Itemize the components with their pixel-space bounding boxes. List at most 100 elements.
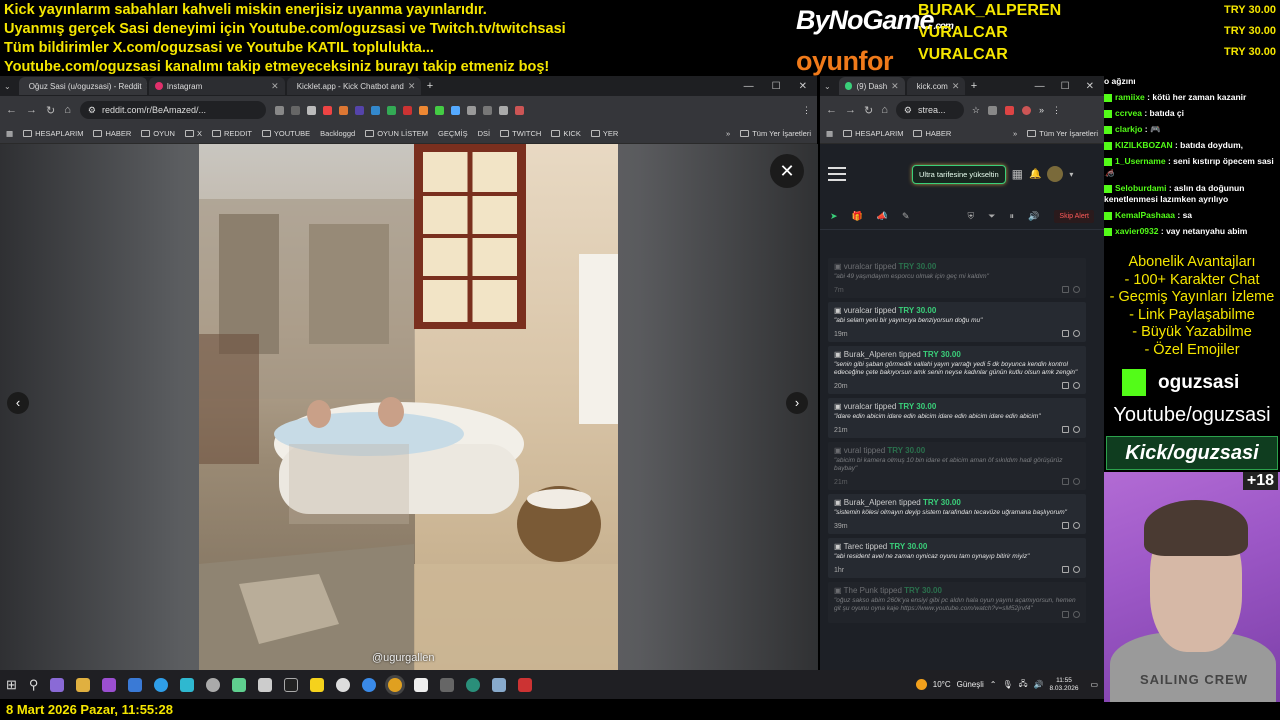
search-icon[interactable]: ⚲ <box>29 677 39 693</box>
next-image-button[interactable]: › <box>786 392 808 414</box>
tab-kicklet[interactable]: Kicklet.app - Kick Chatbot and ✕ <box>286 77 421 95</box>
back-icon[interactable]: ← <box>6 104 17 116</box>
obs-icon[interactable] <box>284 677 299 692</box>
back-icon[interactable]: ← <box>826 104 837 116</box>
close-viewer-button[interactable]: ✕ <box>770 154 804 188</box>
copy-icon[interactable] <box>1062 611 1069 618</box>
bookmark-item[interactable]: HABER <box>913 129 951 138</box>
chevron-up-icon[interactable]: ⌃ <box>990 680 997 689</box>
extension-icon[interactable] <box>322 105 332 115</box>
app-icon[interactable] <box>50 677 65 692</box>
pencil-icon[interactable]: ✎ <box>902 211 910 222</box>
app-icon[interactable] <box>336 677 351 692</box>
replay-icon[interactable] <box>1073 330 1080 337</box>
extension-icon[interactable] <box>354 105 364 115</box>
maximize-icon[interactable]: ☐ <box>1061 81 1070 92</box>
site-info-icon[interactable]: ⚙ <box>904 105 912 116</box>
bookmark-item[interactable]: OYUN LİSTEM <box>365 129 428 138</box>
home-icon[interactable]: ⌂ <box>881 104 888 116</box>
bookmark-item[interactable]: YOUTUBE <box>261 129 310 138</box>
network-icon[interactable]: 🖧 <box>1019 678 1028 692</box>
replay-icon[interactable] <box>1073 611 1080 618</box>
extension-icon[interactable] <box>498 105 508 115</box>
extension-icon[interactable] <box>370 105 380 115</box>
app-icon[interactable] <box>206 677 221 692</box>
bookmark-item[interactable]: REDDIT <box>211 129 252 138</box>
volume-icon[interactable]: 🔊 <box>1028 211 1039 222</box>
bookmark-item[interactable]: Backloggd <box>320 129 355 138</box>
notification-icon[interactable]: ▭ <box>1090 680 1098 689</box>
bookmark-item[interactable]: YER <box>590 129 618 138</box>
prev-image-button[interactable]: ‹ <box>7 392 29 414</box>
tab-instagram[interactable]: Instagram ✕ <box>148 77 285 95</box>
app-icon[interactable] <box>362 677 377 692</box>
chevron-down-icon[interactable]: ▾ <box>1069 170 1073 179</box>
bookmark-item[interactable]: X <box>184 129 202 138</box>
minimize-icon[interactable]: — <box>744 81 754 92</box>
menu-icon[interactable]: ⋮ <box>1052 105 1061 116</box>
address-bar[interactable]: ⚙ reddit.com/r/BeAmazed/... <box>79 101 266 119</box>
replay-icon[interactable] <box>1073 522 1080 529</box>
mic-icon[interactable]: 🎙 <box>1002 680 1012 689</box>
extension-icon[interactable] <box>274 105 284 115</box>
star-icon[interactable]: ☆ <box>972 105 980 116</box>
app-icon[interactable] <box>492 677 507 692</box>
close-tab-icon[interactable]: ✕ <box>146 81 147 92</box>
extension-icon[interactable] <box>482 105 492 115</box>
bookmark-item[interactable]: DSİ <box>478 129 491 138</box>
extension-icon[interactable] <box>466 105 476 115</box>
grid-icon[interactable]: ▦ <box>1012 167 1023 181</box>
skip-alert-button[interactable]: Skip Alert <box>1054 210 1094 223</box>
onenote-icon[interactable] <box>102 677 117 692</box>
copy-icon[interactable] <box>1062 286 1069 293</box>
minimize-icon[interactable]: — <box>1035 81 1045 92</box>
reload-icon[interactable]: ↻ <box>864 104 873 117</box>
extension-icon[interactable] <box>418 105 428 115</box>
bookmark-item[interactable]: OYUN <box>141 129 175 138</box>
tab-list-icon[interactable]: ⌄ <box>824 82 831 91</box>
forward-icon[interactable]: → <box>26 104 37 116</box>
replay-icon[interactable] <box>1073 566 1080 573</box>
close-tab-icon[interactable]: ✕ <box>271 81 279 92</box>
all-bookmarks[interactable]: Tüm Yer İşaretleri <box>1027 129 1098 138</box>
bookmark-item[interactable]: HESAPLARIM <box>23 129 83 138</box>
folder-icon[interactable] <box>76 677 91 692</box>
avatar[interactable] <box>514 105 524 115</box>
pause-icon[interactable]: ⏸ <box>1010 211 1015 222</box>
extension-icon[interactable] <box>450 105 460 115</box>
weather-temp[interactable]: 10°C <box>933 680 951 689</box>
app-icon[interactable] <box>180 677 195 692</box>
close-window-icon[interactable]: ✕ <box>799 81 807 92</box>
bookmark-item[interactable]: KICK <box>551 129 581 138</box>
address-bar[interactable]: ⚙ strea... <box>895 101 964 119</box>
weather-text[interactable]: Güneşli <box>957 680 984 689</box>
extension-icon[interactable] <box>987 105 997 115</box>
close-tab-icon[interactable]: ✕ <box>891 81 899 92</box>
hamburger-menu-icon[interactable] <box>828 167 846 181</box>
close-tab-icon[interactable]: ✕ <box>952 81 960 92</box>
apps-icon[interactable]: ▦ <box>6 129 13 138</box>
reload-icon[interactable]: ↻ <box>46 104 55 117</box>
copy-icon[interactable] <box>1062 330 1069 337</box>
new-tab-button[interactable]: + <box>971 80 977 92</box>
megaphone-icon[interactable]: 📣 <box>877 211 888 222</box>
copy-icon[interactable] <box>1062 522 1069 529</box>
close-tab-icon[interactable]: ✕ <box>408 81 416 92</box>
copy-icon[interactable] <box>1062 382 1069 389</box>
replay-icon[interactable] <box>1073 478 1080 485</box>
app-icon[interactable] <box>518 677 533 692</box>
site-info-icon[interactable]: ⚙ <box>88 105 96 116</box>
app-icon[interactable] <box>232 677 247 692</box>
app-icon[interactable] <box>128 677 143 692</box>
chrome-icon[interactable] <box>388 677 403 692</box>
home-icon[interactable]: ⌂ <box>64 104 71 116</box>
bookmark-item[interactable]: HABER <box>93 129 131 138</box>
tab-list-icon[interactable]: ⌄ <box>4 82 11 91</box>
shield-icon[interactable]: ⛨ <box>968 211 975 222</box>
apps-icon[interactable]: ▦ <box>826 129 833 138</box>
copy-icon[interactable] <box>1062 426 1069 433</box>
copy-icon[interactable] <box>1062 478 1069 485</box>
new-tab-button[interactable]: + <box>427 80 433 92</box>
extension-icon[interactable] <box>1004 105 1014 115</box>
tab-dashboard[interactable]: (9) Dash ✕ <box>838 77 905 95</box>
